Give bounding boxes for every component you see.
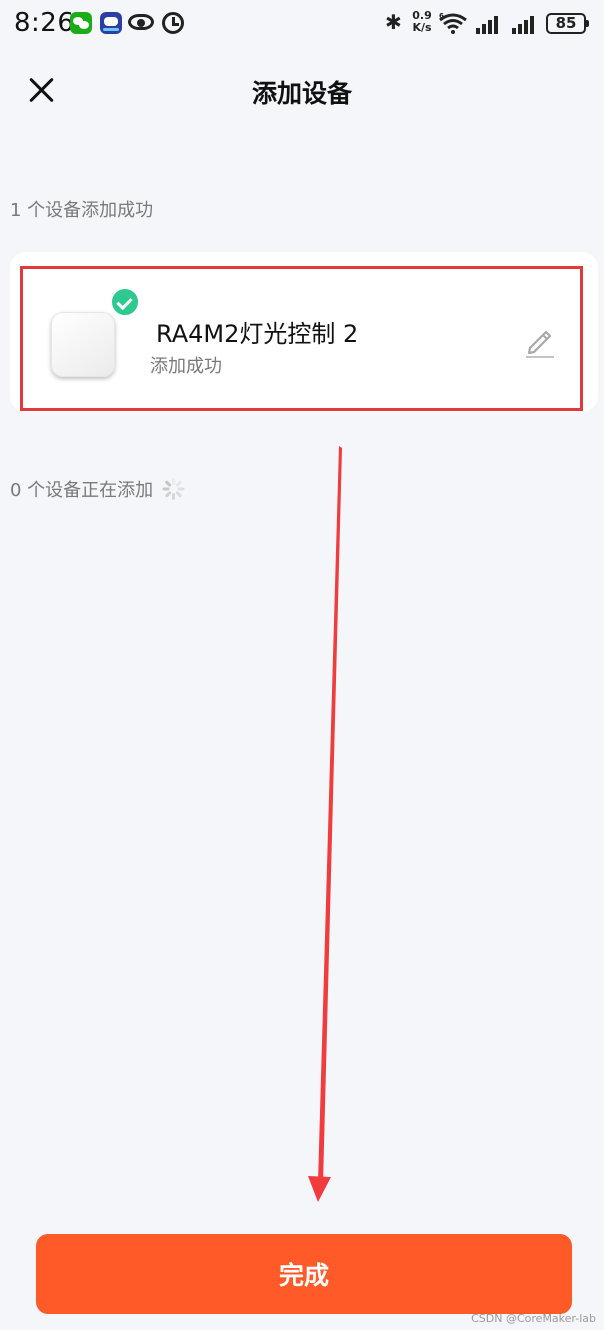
signal-icon [512, 14, 540, 34]
status-time: 8:26 [14, 8, 75, 38]
battery-level: 85 [555, 14, 577, 32]
annotation-highlight-box [20, 266, 583, 411]
status-bar: 8:26 ✱ 0.9 K/s 6 85 [0, 0, 604, 48]
wifi-label: 6 [439, 12, 444, 20]
bluetooth-icon: ✱ [385, 10, 402, 34]
signal-icon [476, 14, 504, 34]
done-button[interactable]: 完成 [36, 1234, 572, 1314]
adding-count-row: 0 个设备正在添加 [10, 476, 185, 502]
wifi-icon: 6 [438, 12, 468, 34]
add-device-page: 8:26 ✱ 0.9 K/s 6 85 添加设备 1 个设备添加成功 RA4M2… [0, 0, 604, 1330]
network-speed: 0.9 K/s [410, 10, 434, 34]
alarm-icon [162, 12, 184, 34]
watermark: CSDN @CoreMaker-lab [471, 1312, 596, 1325]
wechat-icon [70, 12, 92, 34]
robot-app-icon [100, 12, 122, 34]
adding-count-label: 0 个设备正在添加 [10, 480, 154, 501]
eye-icon [128, 14, 154, 30]
spinner-icon [161, 477, 185, 501]
success-count-label: 1 个设备添加成功 [10, 200, 154, 221]
network-speed-unit: K/s [412, 21, 432, 34]
battery-icon: 85 [546, 13, 589, 34]
page-title: 添加设备 [251, 79, 352, 108]
